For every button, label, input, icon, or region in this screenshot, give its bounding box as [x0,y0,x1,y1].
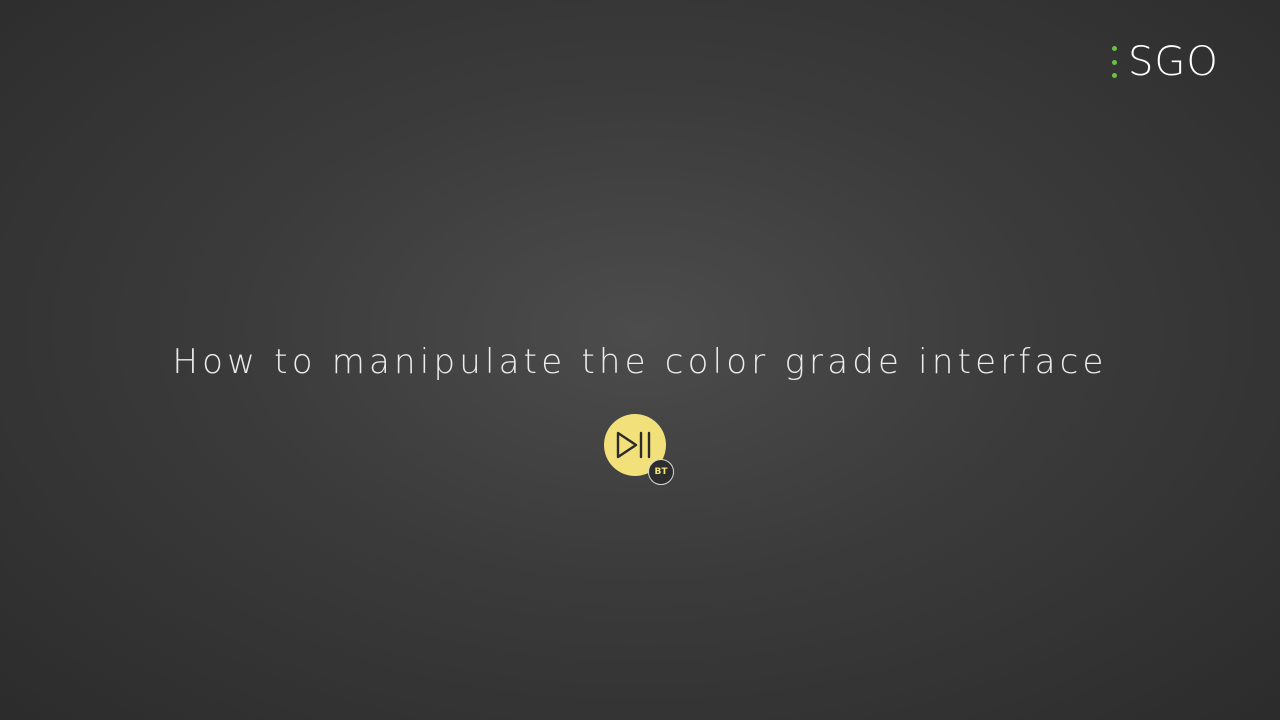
logo-dots-icon [1112,46,1118,78]
logo-dot [1112,59,1117,65]
sgo-logo: SGO [1112,38,1219,86]
level-tag: BT [648,459,674,485]
logo-text: SGO [1128,39,1219,85]
tutorial-badge: BT [604,414,674,485]
logo-dot [1112,73,1117,78]
video-title: How to manipulate the color grade interf… [172,342,1108,382]
logo-dot [1112,46,1117,51]
play-skip-icon [616,431,651,459]
